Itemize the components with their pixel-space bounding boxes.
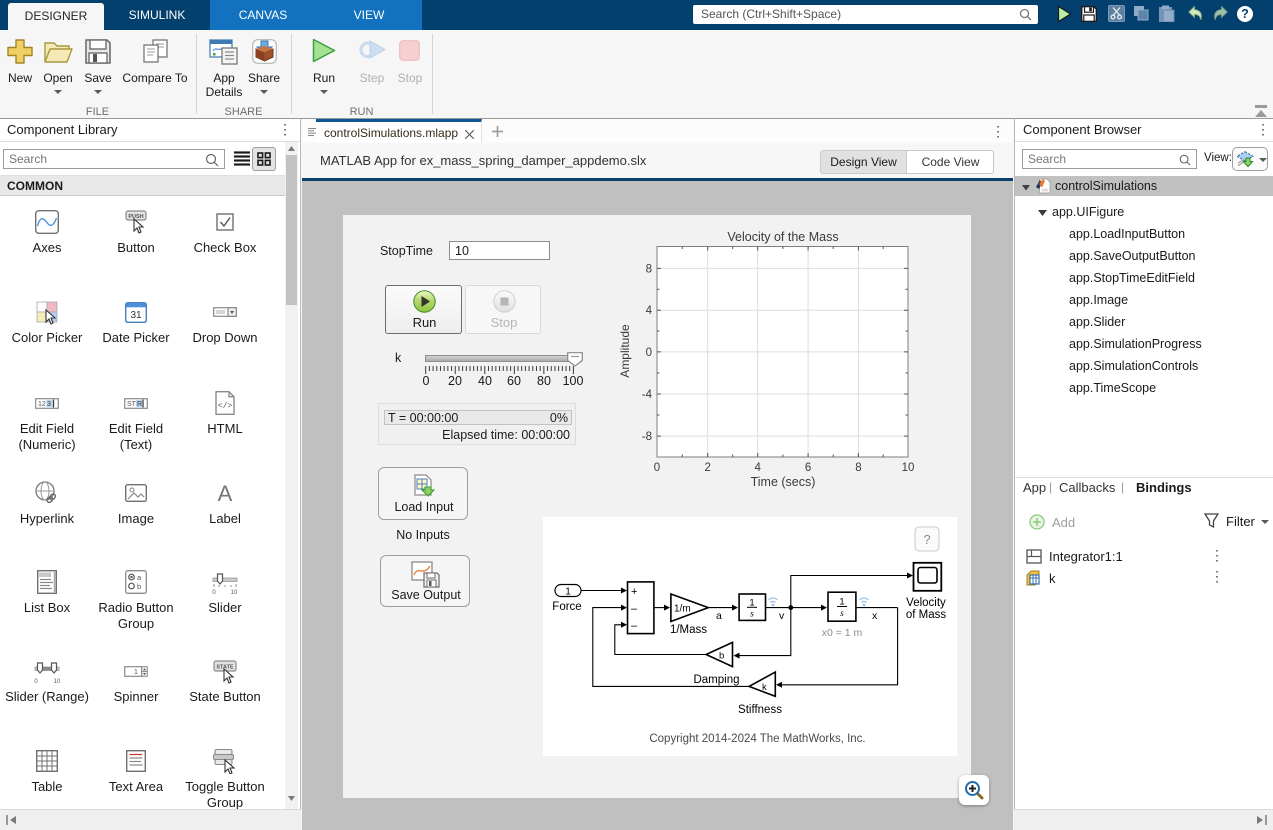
svg-text:1: 1 [839,597,844,608]
svg-text:ST: ST [127,401,137,408]
svg-text:10: 10 [231,590,238,595]
svg-text:0: 0 [34,679,38,684]
svg-text:2: 2 [704,462,710,474]
svg-text:1/Mass: 1/Mass [670,624,707,636]
svg-text:-4: -4 [642,389,653,401]
svg-text:3: 3 [47,401,51,408]
svg-text:–: – [631,620,638,632]
svg-text:b: b [719,651,724,662]
svg-text:x: x [872,610,878,622]
svg-text:8: 8 [646,263,652,275]
svg-text:1/m: 1/m [674,604,691,615]
svg-text:10: 10 [54,679,60,684]
svg-text:10: 10 [902,462,915,474]
svg-text:0: 0 [646,347,652,359]
svg-text:6: 6 [805,462,811,474]
svg-text:8: 8 [855,462,861,474]
svg-text:a: a [716,610,722,622]
svg-text:?: ? [923,532,930,547]
svg-text:x0 = 1 m: x0 = 1 m [822,627,863,639]
svg-text:1: 1 [134,669,138,676]
svg-text:Stiffness: Stiffness [738,704,782,716]
svg-text:PUSH: PUSH [128,214,143,220]
svg-text:</>: </> [218,402,233,411]
svg-text:+: + [631,586,637,598]
svg-text:k: k [762,682,767,693]
svg-text:Time (secs): Time (secs) [751,475,816,489]
svg-text:Force: Force [552,601,581,613]
svg-text:Copyright 2014-2024 The MathWo: Copyright 2014-2024 The MathWorks, Inc. [649,733,865,745]
svg-text:12: 12 [38,401,46,408]
svg-text:R: R [137,401,142,408]
svg-text:4: 4 [646,305,653,317]
svg-text:Damping: Damping [693,674,739,686]
svg-text:Amplitude: Amplitude [618,324,632,378]
svg-text:of Mass: of Mass [906,609,947,621]
svg-text:s: s [840,609,844,619]
svg-text:v: v [779,610,785,622]
svg-text:-8: -8 [642,431,652,443]
svg-text:31: 31 [130,310,142,321]
svg-text:4: 4 [754,462,761,474]
svg-text:Velocity of the Mass: Velocity of the Mass [727,230,838,244]
svg-text:–: – [631,603,638,615]
svg-text:0: 0 [654,462,660,474]
svg-text:1: 1 [565,587,571,598]
svg-text:Velocity: Velocity [906,597,946,609]
svg-text:s: s [750,610,754,620]
svg-text:b: b [137,582,141,591]
svg-text:A: A [218,481,233,506]
svg-text:0: 0 [212,590,216,595]
